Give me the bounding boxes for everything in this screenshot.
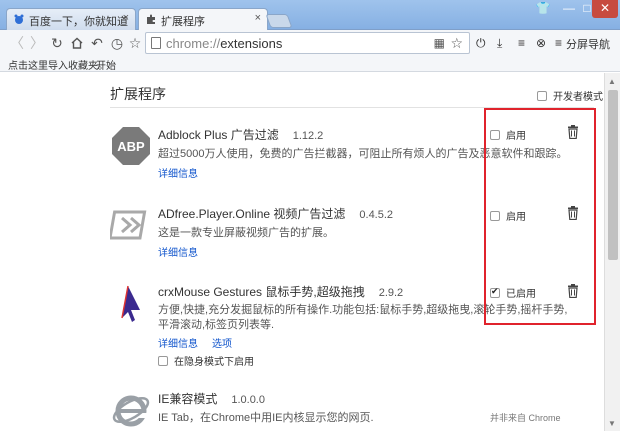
tab-label: 扩展程序 bbox=[161, 16, 205, 28]
url-text[interactable]: chrome://extensions bbox=[166, 36, 282, 51]
adblock-plus-icon: ABP bbox=[112, 127, 150, 165]
highlight-box bbox=[484, 108, 596, 325]
ie-icon bbox=[112, 395, 150, 427]
extension-name: crxMouse Gestures 鼠标手势,超级拖拽 2.9.2 bbox=[158, 285, 404, 299]
details-link[interactable]: 详细信息 bbox=[158, 339, 198, 350]
mouse-gesture-icon bbox=[121, 285, 140, 322]
not-from-chrome-notice: 并非来自 Chrome bbox=[490, 413, 561, 423]
undo-close-button[interactable]: ↶ bbox=[88, 34, 106, 52]
address-bar[interactable]: chrome://extensions ▦ ☆ bbox=[145, 32, 470, 54]
extension-name: ADfree.Player.Online 视频广告过滤 0.4.5.2 bbox=[158, 207, 394, 221]
scroll-down-icon[interactable]: ▼ bbox=[608, 419, 616, 428]
details-link[interactable]: 详细信息 bbox=[158, 165, 198, 180]
reload-button[interactable]: ↻ bbox=[48, 34, 66, 52]
import-bookmarks-link[interactable]: 点击这里导入收藏夹。 bbox=[8, 57, 108, 72]
scroll-up-icon[interactable]: ▲ bbox=[608, 77, 616, 86]
extension-version: 1.0.0.0 bbox=[231, 394, 265, 406]
adfree-icon bbox=[110, 210, 147, 240]
scroll-thumb[interactable] bbox=[608, 90, 618, 260]
bookmark-star-icon[interactable]: ☆ bbox=[450, 35, 463, 52]
close-icon[interactable]: × bbox=[123, 12, 129, 24]
power-icon[interactable]: ⏻ bbox=[476, 35, 486, 51]
svg-text:ABP: ABP bbox=[117, 139, 145, 154]
favorites-button[interactable]: ☆ bbox=[126, 34, 144, 52]
scrollbar[interactable]: ▲ ▼ bbox=[604, 73, 620, 431]
forward-button[interactable]: 〉 bbox=[28, 34, 46, 52]
extension-version: 1.12.2 bbox=[292, 130, 324, 142]
details-link[interactable]: 详细信息 bbox=[158, 244, 198, 259]
download-icon[interactable]: ⤓ bbox=[497, 35, 502, 51]
close-icon[interactable]: × bbox=[255, 12, 261, 24]
history-button[interactable]: ◷ bbox=[108, 34, 126, 52]
tab-baidu[interactable]: 百度一下，你就知道 × bbox=[6, 8, 136, 30]
baidu-favicon-icon bbox=[14, 14, 24, 24]
puzzle-icon bbox=[147, 14, 155, 24]
developer-mode-toggle[interactable]: 开发者模式 bbox=[537, 88, 603, 103]
details-link-row: 详细信息 选项 bbox=[158, 335, 232, 350]
skin-icon[interactable]: 👕 bbox=[530, 0, 556, 18]
bookmarks-bar: 点击这里导入收藏夹。 开始 bbox=[0, 56, 620, 72]
back-button[interactable]: 〈 bbox=[8, 34, 26, 52]
toolbar: 〈 〉 ↻ ↶ ◷ ☆ chrome://extensions ▦ ☆ ⏻ ⤓ … bbox=[0, 30, 620, 56]
extension-name: Adblock Plus 广告过滤 1.12.2 bbox=[158, 128, 324, 142]
extension-description: IE Tab，在Chrome中用IE内核显示您的网页. bbox=[158, 412, 374, 424]
split-nav-button[interactable]: 分屏导航 bbox=[566, 36, 610, 52]
grid-icon[interactable]: ▦ bbox=[434, 36, 445, 50]
page-title: 扩展程序 bbox=[110, 86, 166, 102]
new-tab-button[interactable] bbox=[265, 14, 293, 28]
profile-icon[interactable]: ⊗ bbox=[536, 35, 546, 51]
home-button[interactable] bbox=[68, 34, 86, 52]
tab-strip: 百度一下，你就知道 × 扩展程序 × 👕 — □ ✕ bbox=[0, 0, 620, 31]
extension-version: 2.9.2 bbox=[378, 287, 404, 299]
tab-label: 百度一下，你就知道 bbox=[29, 16, 128, 28]
extension-name: IE兼容模式 1.0.0.0 bbox=[158, 392, 265, 406]
options-link[interactable]: 选项 bbox=[212, 339, 232, 350]
page-icon bbox=[151, 37, 161, 49]
incognito-checkbox[interactable] bbox=[158, 356, 168, 366]
settings-icon[interactable]: ≡ bbox=[518, 35, 525, 51]
extensions-page: 扩展程序 开发者模式 ABP Adblock Plus 广告过滤 1.12.2 超… bbox=[0, 73, 604, 431]
extension-version: 0.4.5.2 bbox=[359, 209, 394, 221]
close-window-button[interactable]: ✕ bbox=[592, 0, 618, 18]
bookmark-start[interactable]: 开始 bbox=[96, 57, 116, 72]
home-icon bbox=[71, 37, 83, 49]
menu-icon[interactable]: ≡ bbox=[555, 35, 562, 51]
incognito-toggle[interactable]: 在隐身模式下启用 bbox=[158, 353, 254, 368]
developer-mode-checkbox[interactable] bbox=[537, 91, 547, 101]
tab-extensions[interactable]: 扩展程序 × bbox=[138, 8, 268, 31]
extension-description: 这是一款专业屏蔽视频广告的扩展。 bbox=[158, 227, 334, 239]
